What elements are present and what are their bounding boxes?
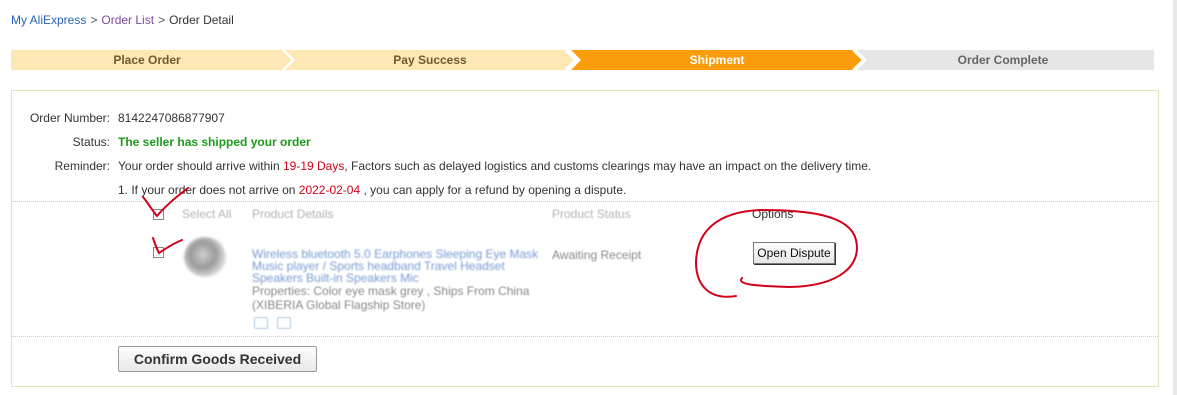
product-properties-text: Properties: Color eye mask grey , Ships … xyxy=(252,284,530,298)
breadcrumb-current: Order Detail xyxy=(169,13,234,27)
header-select-all: Select All xyxy=(182,207,232,221)
status-row: Status: The seller has shipped your orde… xyxy=(12,134,1158,150)
page-scrollbar[interactable] xyxy=(1173,0,1177,395)
snapshot-icon[interactable] xyxy=(254,317,268,329)
status-label: Status: xyxy=(72,135,110,149)
order-detail-panel: Order Number: 8142247086877907 Status: T… xyxy=(11,90,1159,387)
breadcrumb: My AliExpress > Order List > Order Detail xyxy=(11,13,234,27)
step-pay-success: Pay Success xyxy=(393,53,467,67)
delivery-days: 19-19 Days xyxy=(282,159,345,173)
order-number-row: Order Number: 8142247086877907 xyxy=(12,110,1158,126)
step-place-order: Place Order xyxy=(113,53,181,67)
step-order-complete: Order Complete xyxy=(957,53,1049,67)
product-store: (XIBERIA Global Flagship Store) xyxy=(252,298,426,312)
open-dispute-button[interactable]: Open Dispute xyxy=(753,242,835,264)
product-status: Awaiting Receipt xyxy=(552,248,642,262)
breadcrumb-my-aliexpress[interactable]: My AliExpress xyxy=(11,13,86,27)
order-number-label: Order Number: xyxy=(29,111,110,125)
refund-pre: 1. If your order does not arrive on xyxy=(118,183,299,197)
order-number-value: 8142247086877907 xyxy=(118,111,225,125)
reminder-pre: Your order should arrive within xyxy=(118,159,283,173)
reminder-label: Reminder: xyxy=(54,159,110,173)
table-bottom-divider xyxy=(12,336,1158,337)
product-row-checkbox[interactable] xyxy=(153,247,164,258)
step-shipment: Shipment xyxy=(689,53,745,67)
header-options: Options xyxy=(752,207,794,221)
breadcrumb-separator: > xyxy=(158,13,166,27)
refund-note: 1. If your order does not arrive on 2022… xyxy=(118,182,626,198)
header-product-status: Product Status xyxy=(552,207,631,221)
refund-date: 2022-02-04 xyxy=(298,183,361,197)
message-icon[interactable] xyxy=(277,317,291,329)
confirm-goods-received-button[interactable]: Confirm Goods Received xyxy=(118,346,317,372)
reminder-post: , Factors such as delayed logistics and … xyxy=(344,159,872,173)
refund-post: , you can apply for a refund by opening … xyxy=(360,183,627,197)
refund-note-row: 1. If your order does not arrive on 2022… xyxy=(12,182,1158,198)
product-title-link[interactable]: Wireless bluetooth 5.0 Earphones Sleepin… xyxy=(252,248,552,284)
select-all-checkbox[interactable] xyxy=(153,209,164,220)
header-product-details: Product Details xyxy=(252,207,334,221)
table-top-divider xyxy=(12,201,1158,202)
order-progress-steps: Place Order Pay Success Shipment Order C… xyxy=(11,50,1154,70)
status-value: The seller has shipped your order xyxy=(118,135,311,149)
product-properties: Properties: Color eye mask grey , Ships … xyxy=(252,284,552,312)
product-thumbnail[interactable] xyxy=(184,237,226,277)
reminder-row: Reminder: Your order should arrive withi… xyxy=(12,158,1158,174)
breadcrumb-order-list[interactable]: Order List xyxy=(101,13,154,27)
breadcrumb-separator: > xyxy=(90,13,98,27)
reminder-text: Your order should arrive within 19-19 Da… xyxy=(118,158,871,174)
